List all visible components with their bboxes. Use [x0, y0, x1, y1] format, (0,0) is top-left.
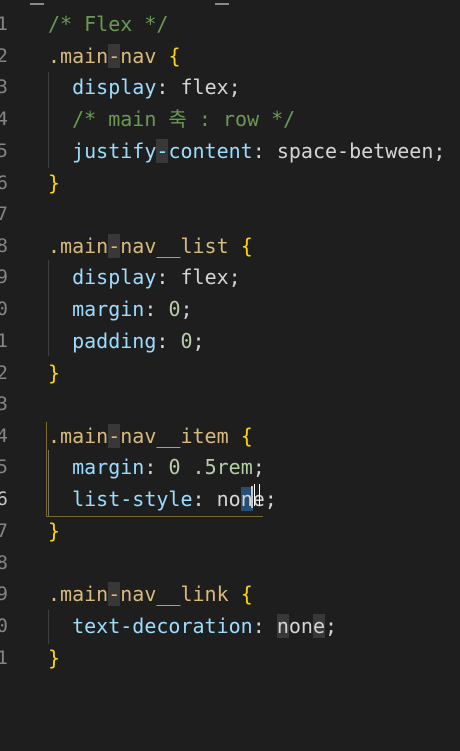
- i-beam-cursor-icon: [254, 484, 260, 506]
- code-line[interactable]: 1 /* Flex */: [0, 9, 460, 39]
- code-line[interactable]: 1 }: [0, 643, 460, 673]
- code-text: /* Flex */: [48, 12, 169, 36]
- code-line[interactable]: 7 }: [0, 516, 460, 546]
- code-text: padding: 0;: [72, 329, 205, 353]
- line-number: 1: [0, 13, 8, 35]
- line-number: 1: [0, 647, 8, 669]
- code-line[interactable]: 0 margin: 0;: [0, 294, 460, 324]
- line-number: 6: [0, 488, 8, 510]
- code-line[interactable]: 5 margin: 0 .5rem;: [0, 452, 460, 482]
- code-text: margin: 0;: [72, 297, 193, 321]
- code-line[interactable]: 3 display: flex;: [0, 72, 460, 102]
- line-number: 6: [0, 172, 8, 194]
- code-line[interactable]: 9 .main-nav__link {: [0, 579, 460, 609]
- line-number: 0: [0, 298, 8, 320]
- code-text: margin: 0 .5rem;: [72, 455, 265, 479]
- code-line[interactable]: 6 }: [0, 168, 460, 198]
- code-text: }: [48, 361, 61, 385]
- line-number: 5: [0, 140, 8, 162]
- code-text: }: [48, 171, 61, 195]
- code-line[interactable]: 2 .main-nav {: [0, 41, 460, 71]
- text-caret: [251, 486, 253, 508]
- code-text: list-style: none;: [72, 487, 277, 511]
- code-text: justify-content: space-between;: [72, 139, 446, 163]
- code-text: }: [48, 519, 61, 543]
- line-number: 7: [0, 520, 8, 542]
- line-number: 8: [0, 552, 8, 574]
- code-line[interactable]: 8: [0, 548, 460, 578]
- scrolled-line-remnant: [0, 0, 460, 6]
- code-text: .main-nav__list {: [48, 234, 253, 258]
- code-text: .main-nav {: [48, 44, 181, 68]
- code-line[interactable]: 2 }: [0, 358, 460, 388]
- code-editor[interactable]: 1 /* Flex */ 2 .main-nav { 3 display: fl…: [0, 0, 460, 751]
- code-text: .main-nav__item {: [48, 424, 253, 448]
- code-line[interactable]: 5 justify-content: space-between;: [0, 136, 460, 166]
- code-line[interactable]: 1 padding: 0;: [0, 326, 460, 356]
- code-line[interactable]: 7: [0, 199, 460, 229]
- code-line[interactable]: 0 text-decoration: none;: [0, 611, 460, 641]
- code-line[interactable]: 4 /* main 축 : row */: [0, 104, 460, 134]
- line-number: 8: [0, 235, 8, 257]
- line-number: 0: [0, 615, 8, 637]
- line-number: 3: [0, 76, 8, 98]
- code-line[interactable]: 9 display: flex;: [0, 262, 460, 292]
- code-line[interactable]: 4 .main-nav__item {: [0, 421, 460, 451]
- line-number: 2: [0, 45, 8, 67]
- code-text: }: [48, 646, 61, 670]
- code-text: /* main 축 : row */: [48, 107, 296, 131]
- code-text: .main-nav__link {: [48, 582, 253, 606]
- code-text: text-decoration: none;: [72, 614, 338, 638]
- line-number: 4: [0, 108, 8, 130]
- code-text: display: flex;: [72, 265, 241, 289]
- line-number: 2: [0, 362, 8, 384]
- line-number: 9: [0, 266, 8, 288]
- line-number: 1: [0, 330, 8, 352]
- line-number: 7: [0, 203, 8, 225]
- line-number: 4: [0, 425, 8, 447]
- line-number: 3: [0, 393, 8, 415]
- code-text: display: flex;: [72, 75, 241, 99]
- line-number: 5: [0, 456, 8, 478]
- line-number: 9: [0, 583, 8, 605]
- code-line[interactable]: 8 .main-nav__list {: [0, 231, 460, 261]
- code-line-active[interactable]: 6 list-style: none;: [0, 484, 460, 514]
- code-line[interactable]: 3: [0, 389, 460, 419]
